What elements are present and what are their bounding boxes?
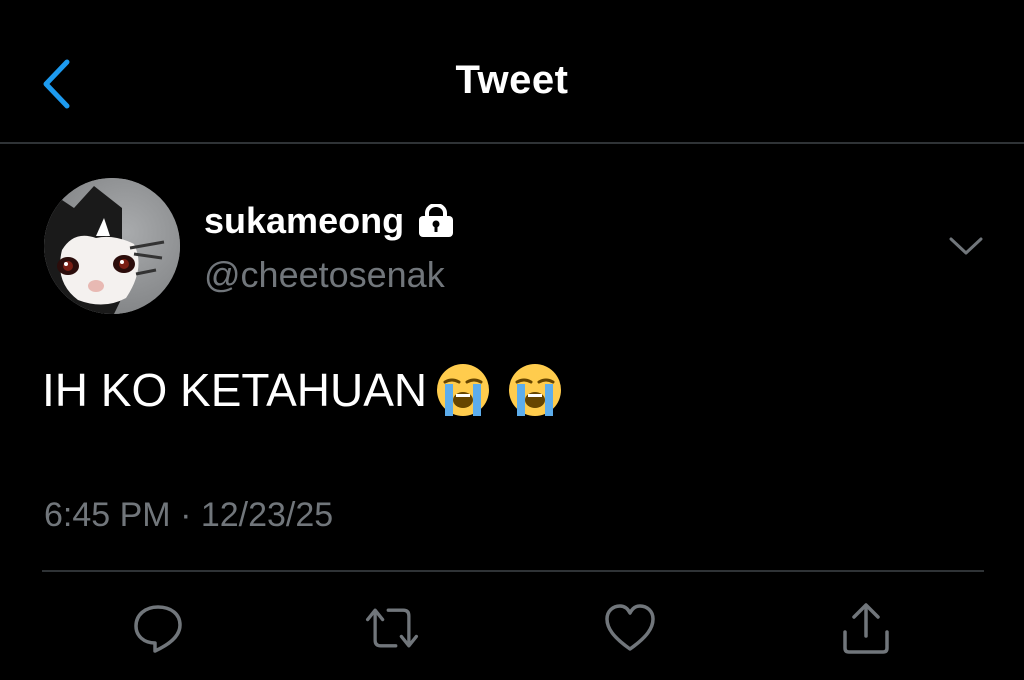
chevron-down-icon xyxy=(949,237,983,255)
divider xyxy=(42,570,984,572)
retweet-icon xyxy=(365,608,419,648)
loudly-crying-face-icon xyxy=(437,364,490,416)
like-button[interactable] xyxy=(600,596,660,660)
top-navigation-bar: Tweet xyxy=(0,0,1024,144)
avatar[interactable] xyxy=(44,178,180,314)
cat-avatar xyxy=(44,178,180,314)
tweet-timestamp: 6:45 PM · 12/23/25 xyxy=(44,496,334,534)
retweet-button[interactable] xyxy=(362,596,422,660)
author-display-name[interactable]: sukameong xyxy=(204,200,454,242)
tweet-body: IH KO KETAHUAN xyxy=(42,362,563,418)
share-icon xyxy=(843,603,889,654)
reply-icon xyxy=(134,605,182,653)
share-button[interactable] xyxy=(836,596,896,660)
page-title: Tweet xyxy=(455,58,569,102)
tweet-text: IH KO KETAHUAN xyxy=(42,364,428,416)
reply-button[interactable] xyxy=(128,596,188,660)
heart-icon xyxy=(605,604,655,651)
lock-icon xyxy=(419,204,454,237)
loudly-crying-face-icon xyxy=(509,364,562,416)
display-name-text: sukameong xyxy=(204,200,405,241)
tweet-actions-bar xyxy=(0,596,1024,660)
more-options-button[interactable] xyxy=(946,232,986,260)
author-handle[interactable]: @cheetosenak xyxy=(204,254,445,296)
